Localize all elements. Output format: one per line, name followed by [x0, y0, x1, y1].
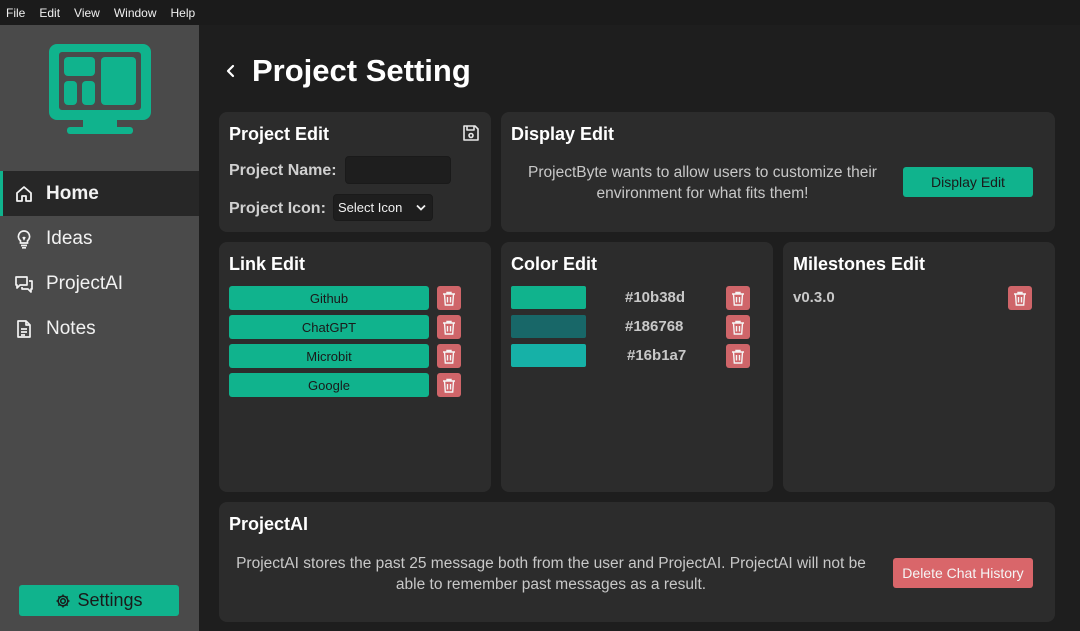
- projectai-card: ProjectAI ProjectAI stores the past 25 m…: [219, 502, 1055, 622]
- delete-link-button[interactable]: [437, 344, 461, 368]
- link-button-microbit[interactable]: Microbit: [229, 344, 429, 368]
- trash-icon: [732, 320, 744, 335]
- project-icon-select[interactable]: Select Icon: [333, 194, 433, 221]
- display-edit-card: Display Edit ProjectByte wants to allow …: [501, 112, 1055, 232]
- delete-link-button[interactable]: [437, 315, 461, 339]
- milestone-item: v0.3.0: [793, 289, 835, 306]
- main-content: Project Setting Project Edit Project Nam…: [199, 25, 1080, 631]
- link-button-chatgpt[interactable]: ChatGPT: [229, 315, 429, 339]
- delete-link-button[interactable]: [437, 373, 461, 397]
- project-edit-card: Project Edit Project Name: Project Icon:…: [219, 112, 491, 232]
- milestones-edit-card: Milestones Edit v0.3.0: [783, 242, 1055, 492]
- lightbulb-icon: [17, 229, 31, 249]
- card-title: Link Edit: [229, 254, 305, 274]
- chevron-down-icon: [416, 204, 426, 211]
- sidebar-item-label: ProjectAI: [46, 272, 124, 294]
- app-logo-icon: [49, 44, 151, 134]
- menu-window[interactable]: Window: [114, 6, 157, 20]
- home-icon: [16, 185, 32, 202]
- save-icon[interactable]: [462, 124, 480, 142]
- page-title: Project Setting: [252, 53, 471, 88]
- delete-chat-history-button[interactable]: Delete Chat History: [893, 558, 1033, 588]
- menu-file[interactable]: File: [6, 6, 25, 20]
- menu-bar: File Edit View Window Help: [0, 0, 1080, 25]
- card-title: Color Edit: [511, 254, 597, 274]
- menu-view[interactable]: View: [74, 6, 100, 20]
- document-icon: [17, 319, 31, 338]
- color-hex-value: #186768: [625, 318, 684, 335]
- project-icon-label: Project Icon:: [229, 200, 326, 217]
- delete-milestone-button[interactable]: [1008, 286, 1032, 310]
- trash-icon: [443, 378, 455, 393]
- card-title: Project Edit: [229, 124, 330, 144]
- link-button-google[interactable]: Google: [229, 373, 429, 397]
- chat-icon: [15, 275, 33, 293]
- settings-button[interactable]: Settings: [19, 585, 179, 616]
- menu-edit[interactable]: Edit: [39, 6, 60, 20]
- select-value: Select Icon: [338, 200, 403, 215]
- sidebar-item-label: Notes: [46, 317, 96, 339]
- sidebar-item-notes[interactable]: Notes: [0, 306, 199, 351]
- display-edit-description: ProjectByte wants to allow users to cust…: [528, 164, 877, 202]
- sidebar-item-ideas[interactable]: Ideas: [0, 216, 199, 261]
- trash-icon: [443, 320, 455, 335]
- link-button-github[interactable]: Github: [229, 286, 429, 310]
- trash-icon: [732, 349, 744, 364]
- projectai-description: ProjectAI stores the past 25 message bot…: [236, 555, 866, 593]
- sidebar-item-label: Home: [46, 182, 99, 204]
- card-title: Milestones Edit: [793, 254, 926, 274]
- sidebar-item-projectai[interactable]: ProjectAI: [0, 261, 199, 306]
- sidebar-item-label: Ideas: [46, 227, 93, 249]
- chevron-left-icon[interactable]: [223, 63, 239, 79]
- sidebar: Home Ideas ProjectAI Notes Settings: [0, 25, 199, 631]
- delete-color-button[interactable]: [726, 286, 750, 310]
- delete-link-button[interactable]: [437, 286, 461, 310]
- gear-icon: [56, 594, 70, 607]
- settings-label: Settings: [77, 590, 143, 610]
- menu-help[interactable]: Help: [171, 6, 196, 20]
- trash-icon: [732, 291, 744, 306]
- project-name-label: Project Name:: [229, 162, 337, 179]
- color-swatch[interactable]: [511, 286, 586, 309]
- sidebar-item-home[interactable]: Home: [0, 171, 199, 216]
- project-name-input[interactable]: [345, 156, 451, 184]
- color-swatch[interactable]: [511, 344, 586, 367]
- display-edit-button[interactable]: Display Edit: [903, 167, 1033, 197]
- trash-icon: [443, 291, 455, 306]
- color-swatch[interactable]: [511, 315, 586, 338]
- color-edit-card: Color Edit #10b38d #186768 #16b1a7: [501, 242, 773, 492]
- trash-icon: [1014, 291, 1026, 306]
- color-hex-value: #10b38d: [625, 289, 686, 306]
- trash-icon: [443, 349, 455, 364]
- link-edit-card: Link Edit Github ChatGPT Microbit Google: [219, 242, 491, 492]
- delete-color-button[interactable]: [726, 344, 750, 368]
- page-header: Project Setting: [223, 53, 471, 89]
- color-hex-value: #16b1a7: [627, 347, 687, 364]
- delete-color-button[interactable]: [726, 315, 750, 339]
- card-title: Display Edit: [511, 124, 615, 144]
- card-title: ProjectAI: [229, 514, 309, 534]
